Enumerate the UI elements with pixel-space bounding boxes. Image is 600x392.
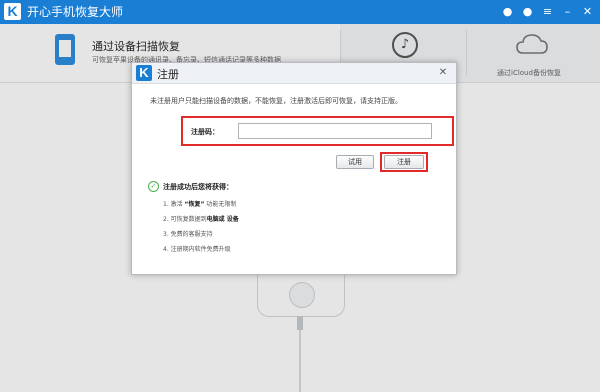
benefit-item: 1. 激活 “恢复” 功能无限制 bbox=[163, 201, 237, 208]
minimize-icon[interactable]: – bbox=[559, 3, 576, 20]
wechat-icon[interactable]: ● bbox=[499, 3, 516, 20]
dialog-close-icon[interactable]: ✕ bbox=[436, 65, 450, 81]
register-button-highlight: 注册 bbox=[380, 152, 428, 172]
dialog-logo-icon: K bbox=[136, 65, 152, 81]
close-icon[interactable]: ✕ bbox=[579, 3, 596, 20]
check-circle-icon: ✓ bbox=[148, 181, 159, 192]
menu-icon[interactable]: ≡ bbox=[539, 3, 556, 20]
benefit-item: 3. 免费的客服支持 bbox=[163, 231, 213, 238]
registration-code-input[interactable] bbox=[238, 123, 432, 139]
title-bar: K 开心手机恢复大师 ● ● ≡ – ✕ bbox=[0, 0, 600, 24]
dialog-title: 注册 bbox=[157, 68, 179, 81]
app-logo-icon: K bbox=[4, 3, 21, 20]
app-title: 开心手机恢复大师 bbox=[27, 5, 124, 19]
register-dialog: K 注册 ✕ 未注册用户只能扫描设备的数据，不能恢复，注册激活后即可恢复，请支持… bbox=[131, 62, 457, 275]
registration-code-highlight: 注册码： bbox=[181, 116, 454, 146]
benefit-item: 2. 可恢复数据到电脑或 设备 bbox=[163, 216, 239, 223]
registration-note: 未注册用户只能扫描设备的数据，不能恢复，注册激活后即可恢复，请支持正版。 bbox=[150, 97, 402, 105]
register-button[interactable]: 注册 bbox=[384, 155, 424, 169]
dialog-header: K 注册 ✕ bbox=[132, 63, 456, 84]
trial-button[interactable]: 试用 bbox=[336, 155, 374, 169]
title-bar-controls: ● ● ≡ – ✕ bbox=[499, 3, 596, 20]
chat-icon[interactable]: ● bbox=[519, 3, 536, 20]
benefit-item: 4. 注册期内软件免费升级 bbox=[163, 246, 231, 253]
registration-code-label: 注册码： bbox=[191, 128, 219, 136]
benefits-title: 注册成功后您将获得： bbox=[163, 183, 233, 191]
